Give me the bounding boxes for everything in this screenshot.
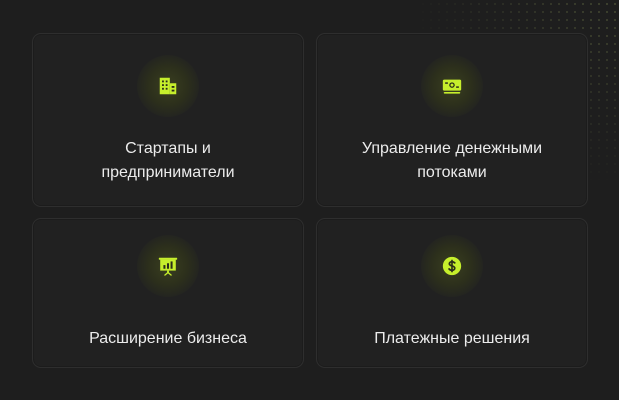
dollar-coin-icon (442, 256, 462, 276)
card-label: Управление денежными потоками (361, 140, 543, 181)
card-icon-badge (421, 55, 483, 117)
card-label: Стартапы и предприниматели (101, 140, 235, 181)
card-icon-badge (137, 235, 199, 297)
card-startups[interactable]: Стартапы и предприниматели (32, 33, 304, 207)
building-icon (159, 77, 177, 95)
card-payment-solutions[interactable]: Платежные решения (316, 218, 588, 368)
card-business-expansion[interactable]: Расширение бизнеса (32, 218, 304, 368)
presentation-chart-icon (158, 257, 178, 276)
card-icon-badge (137, 55, 199, 117)
card-cash-flow[interactable]: Управление денежными потоками (316, 33, 588, 207)
card-icon-badge (421, 235, 483, 297)
card-label: Платежные решения (374, 330, 530, 347)
services-grid: Стартапы и предприниматели Управление де… (32, 33, 588, 368)
cash-icon (442, 79, 462, 94)
card-label: Расширение бизнеса (89, 330, 247, 347)
